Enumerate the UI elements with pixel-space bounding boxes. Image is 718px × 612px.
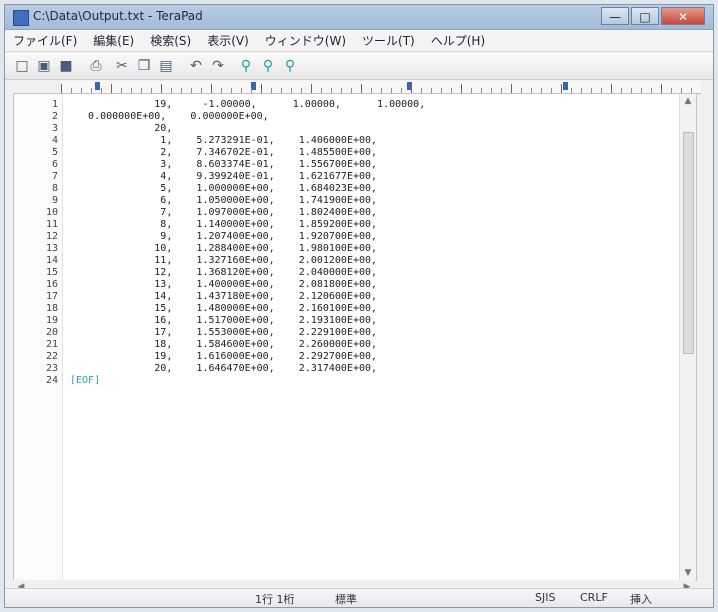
title-bar: C:\Data\Output.txt - TeraPad — □ ✕ <box>5 5 713 30</box>
text-line: 16, 1.517000E+00, 2.193100E+00, <box>70 315 378 326</box>
menu-window[interactable]: ウィンドウ(W) <box>265 32 346 49</box>
text-line: 5, 1.000000E+00, 1.684023E+00, <box>70 183 378 194</box>
line-number: 14 <box>45 255 58 266</box>
cursor-position: 1行 1桁 <box>255 593 295 606</box>
text-line: 3, 8.603374E-01, 1.556700E+00, <box>70 159 378 170</box>
line-number: 12 <box>45 231 58 242</box>
line-number: 7 <box>51 171 58 182</box>
paste-icon[interactable]: ▤ <box>157 57 175 75</box>
app-window: C:\Data\Output.txt - TeraPad — □ ✕ ファイル(… <box>4 4 714 608</box>
text-line: 13, 1.400000E+00, 2.081800E+00, <box>70 279 378 290</box>
maximize-button[interactable]: □ <box>631 7 659 25</box>
line-number: 24 <box>45 375 58 386</box>
text-line: 20, 1.646470E+00, 2.317400E+00, <box>70 363 378 374</box>
text-line: 17, 1.553000E+00, 2.229100E+00, <box>70 327 378 338</box>
open-file-icon[interactable]: ▣ <box>35 57 53 75</box>
line-number: 9 <box>51 195 58 206</box>
line-number: 21 <box>45 339 58 350</box>
text-line: 19, 1.616000E+00, 2.292700E+00, <box>70 351 378 362</box>
scroll-up-icon[interactable]: ▲ <box>680 94 696 108</box>
text-line: 4, 9.399240E-01, 1.621677E+00, <box>70 171 378 182</box>
menu-view[interactable]: 表示(V) <box>207 32 249 49</box>
save-file-icon[interactable]: ■ <box>57 57 75 75</box>
line-number: 6 <box>51 159 58 170</box>
print-icon[interactable]: ⎙ <box>87 57 105 75</box>
window-controls: — □ ✕ <box>601 7 705 25</box>
text-line: 11, 1.327160E+00, 2.001200E+00, <box>70 255 378 266</box>
new-file-icon[interactable]: □ <box>13 57 31 75</box>
menu-bar: ファイル(F) 編集(E) 検索(S) 表示(V) ウィンドウ(W) ツール(T… <box>5 30 713 52</box>
line-number: 4 <box>51 135 58 146</box>
line-number: 10 <box>45 207 58 218</box>
text-line: 9, 1.207400E+00, 1.920700E+00, <box>70 231 378 242</box>
menu-search[interactable]: 検索(S) <box>150 32 191 49</box>
text-line: 18, 1.584600E+00, 2.260000E+00, <box>70 339 378 350</box>
line-number: 23 <box>45 363 58 374</box>
text-line: 2, 7.346702E-01, 1.485500E+00, <box>70 147 378 158</box>
menu-help[interactable]: ヘルプ(H) <box>431 32 485 49</box>
line-number: 13 <box>45 243 58 254</box>
window-title: C:\Data\Output.txt - TeraPad <box>33 9 203 23</box>
text-line: 12, 1.368120E+00, 2.040000E+00, <box>70 267 378 278</box>
ruler-tab-marker[interactable] <box>563 82 568 90</box>
undo-icon[interactable]: ↶ <box>187 57 205 75</box>
text-line: 8, 1.140000E+00, 1.859200E+00, <box>70 219 378 230</box>
text-line: 0.000000E+00, 0.000000E+00, <box>70 111 269 122</box>
line-ending: CRLF <box>580 591 608 604</box>
line-number: 18 <box>45 303 58 314</box>
line-number: 11 <box>45 219 58 230</box>
menu-file[interactable]: ファイル(F) <box>13 32 77 49</box>
line-number: 5 <box>51 147 58 158</box>
line-number: 3 <box>51 123 58 134</box>
copy-icon[interactable]: ❐ <box>135 57 153 75</box>
app-icon <box>13 10 29 26</box>
text-line: 10, 1.288400E+00, 1.980100E+00, <box>70 243 378 254</box>
text-line: 15, 1.480000E+00, 2.160100E+00, <box>70 303 378 314</box>
text-line: 7, 1.097000E+00, 1.802400E+00, <box>70 207 378 218</box>
search-previous-icon[interactable]: ⚲ <box>281 57 299 75</box>
line-number: 15 <box>45 267 58 278</box>
cut-icon[interactable]: ✂ <box>113 57 131 75</box>
text-editor[interactable]: 1 2 3 4 5 6 7 8 9 10 11 12 13 14 15 16 1… <box>13 93 697 581</box>
text-line: 19, -1.00000, 1.00000, 1.00000, <box>70 99 426 110</box>
line-number: 8 <box>51 183 58 194</box>
close-button[interactable]: ✕ <box>661 7 705 25</box>
text-line: 20, <box>70 123 173 134</box>
vertical-scrollbar-thumb[interactable] <box>683 132 694 354</box>
search-icon[interactable]: ⚲ <box>237 57 255 75</box>
line-number: 16 <box>45 279 58 290</box>
toolbar: □ ▣ ■ ⎙ ✂ ❐ ▤ ↶ ↷ ⚲ ⚲ ⚲ <box>5 53 713 80</box>
edit-mode: 標準 <box>335 593 357 606</box>
eof-marker: [EOF] <box>70 375 101 386</box>
line-number: 19 <box>45 315 58 326</box>
encoding: SJIS <box>535 591 556 604</box>
scroll-down-icon[interactable]: ▼ <box>680 566 696 580</box>
line-number: 22 <box>45 351 58 362</box>
line-number: 20 <box>45 327 58 338</box>
line-number: 1 <box>51 99 58 110</box>
menu-tools[interactable]: ツール(T) <box>362 32 415 49</box>
line-number: 17 <box>45 291 58 302</box>
line-number-gutter: 1 2 3 4 5 6 7 8 9 10 11 12 13 14 15 16 1… <box>14 94 63 580</box>
text-line: 1, 5.273291E-01, 1.406000E+00, <box>70 135 378 146</box>
text-line: 14, 1.437180E+00, 2.120600E+00, <box>70 291 378 302</box>
menu-edit[interactable]: 編集(E) <box>93 32 134 49</box>
vertical-scrollbar[interactable]: ▲ ▼ <box>679 94 696 580</box>
insert-mode: 挿入 <box>630 593 652 606</box>
search-next-icon[interactable]: ⚲ <box>259 57 277 75</box>
status-bar: 1行 1桁 標準 SJIS CRLF 挿入 <box>5 588 713 607</box>
redo-icon[interactable]: ↷ <box>209 57 227 75</box>
line-number: 2 <box>51 111 58 122</box>
minimize-button[interactable]: — <box>601 7 629 25</box>
ruler-tab-marker[interactable] <box>95 82 100 90</box>
text-line: 6, 1.050000E+00, 1.741900E+00, <box>70 195 378 206</box>
